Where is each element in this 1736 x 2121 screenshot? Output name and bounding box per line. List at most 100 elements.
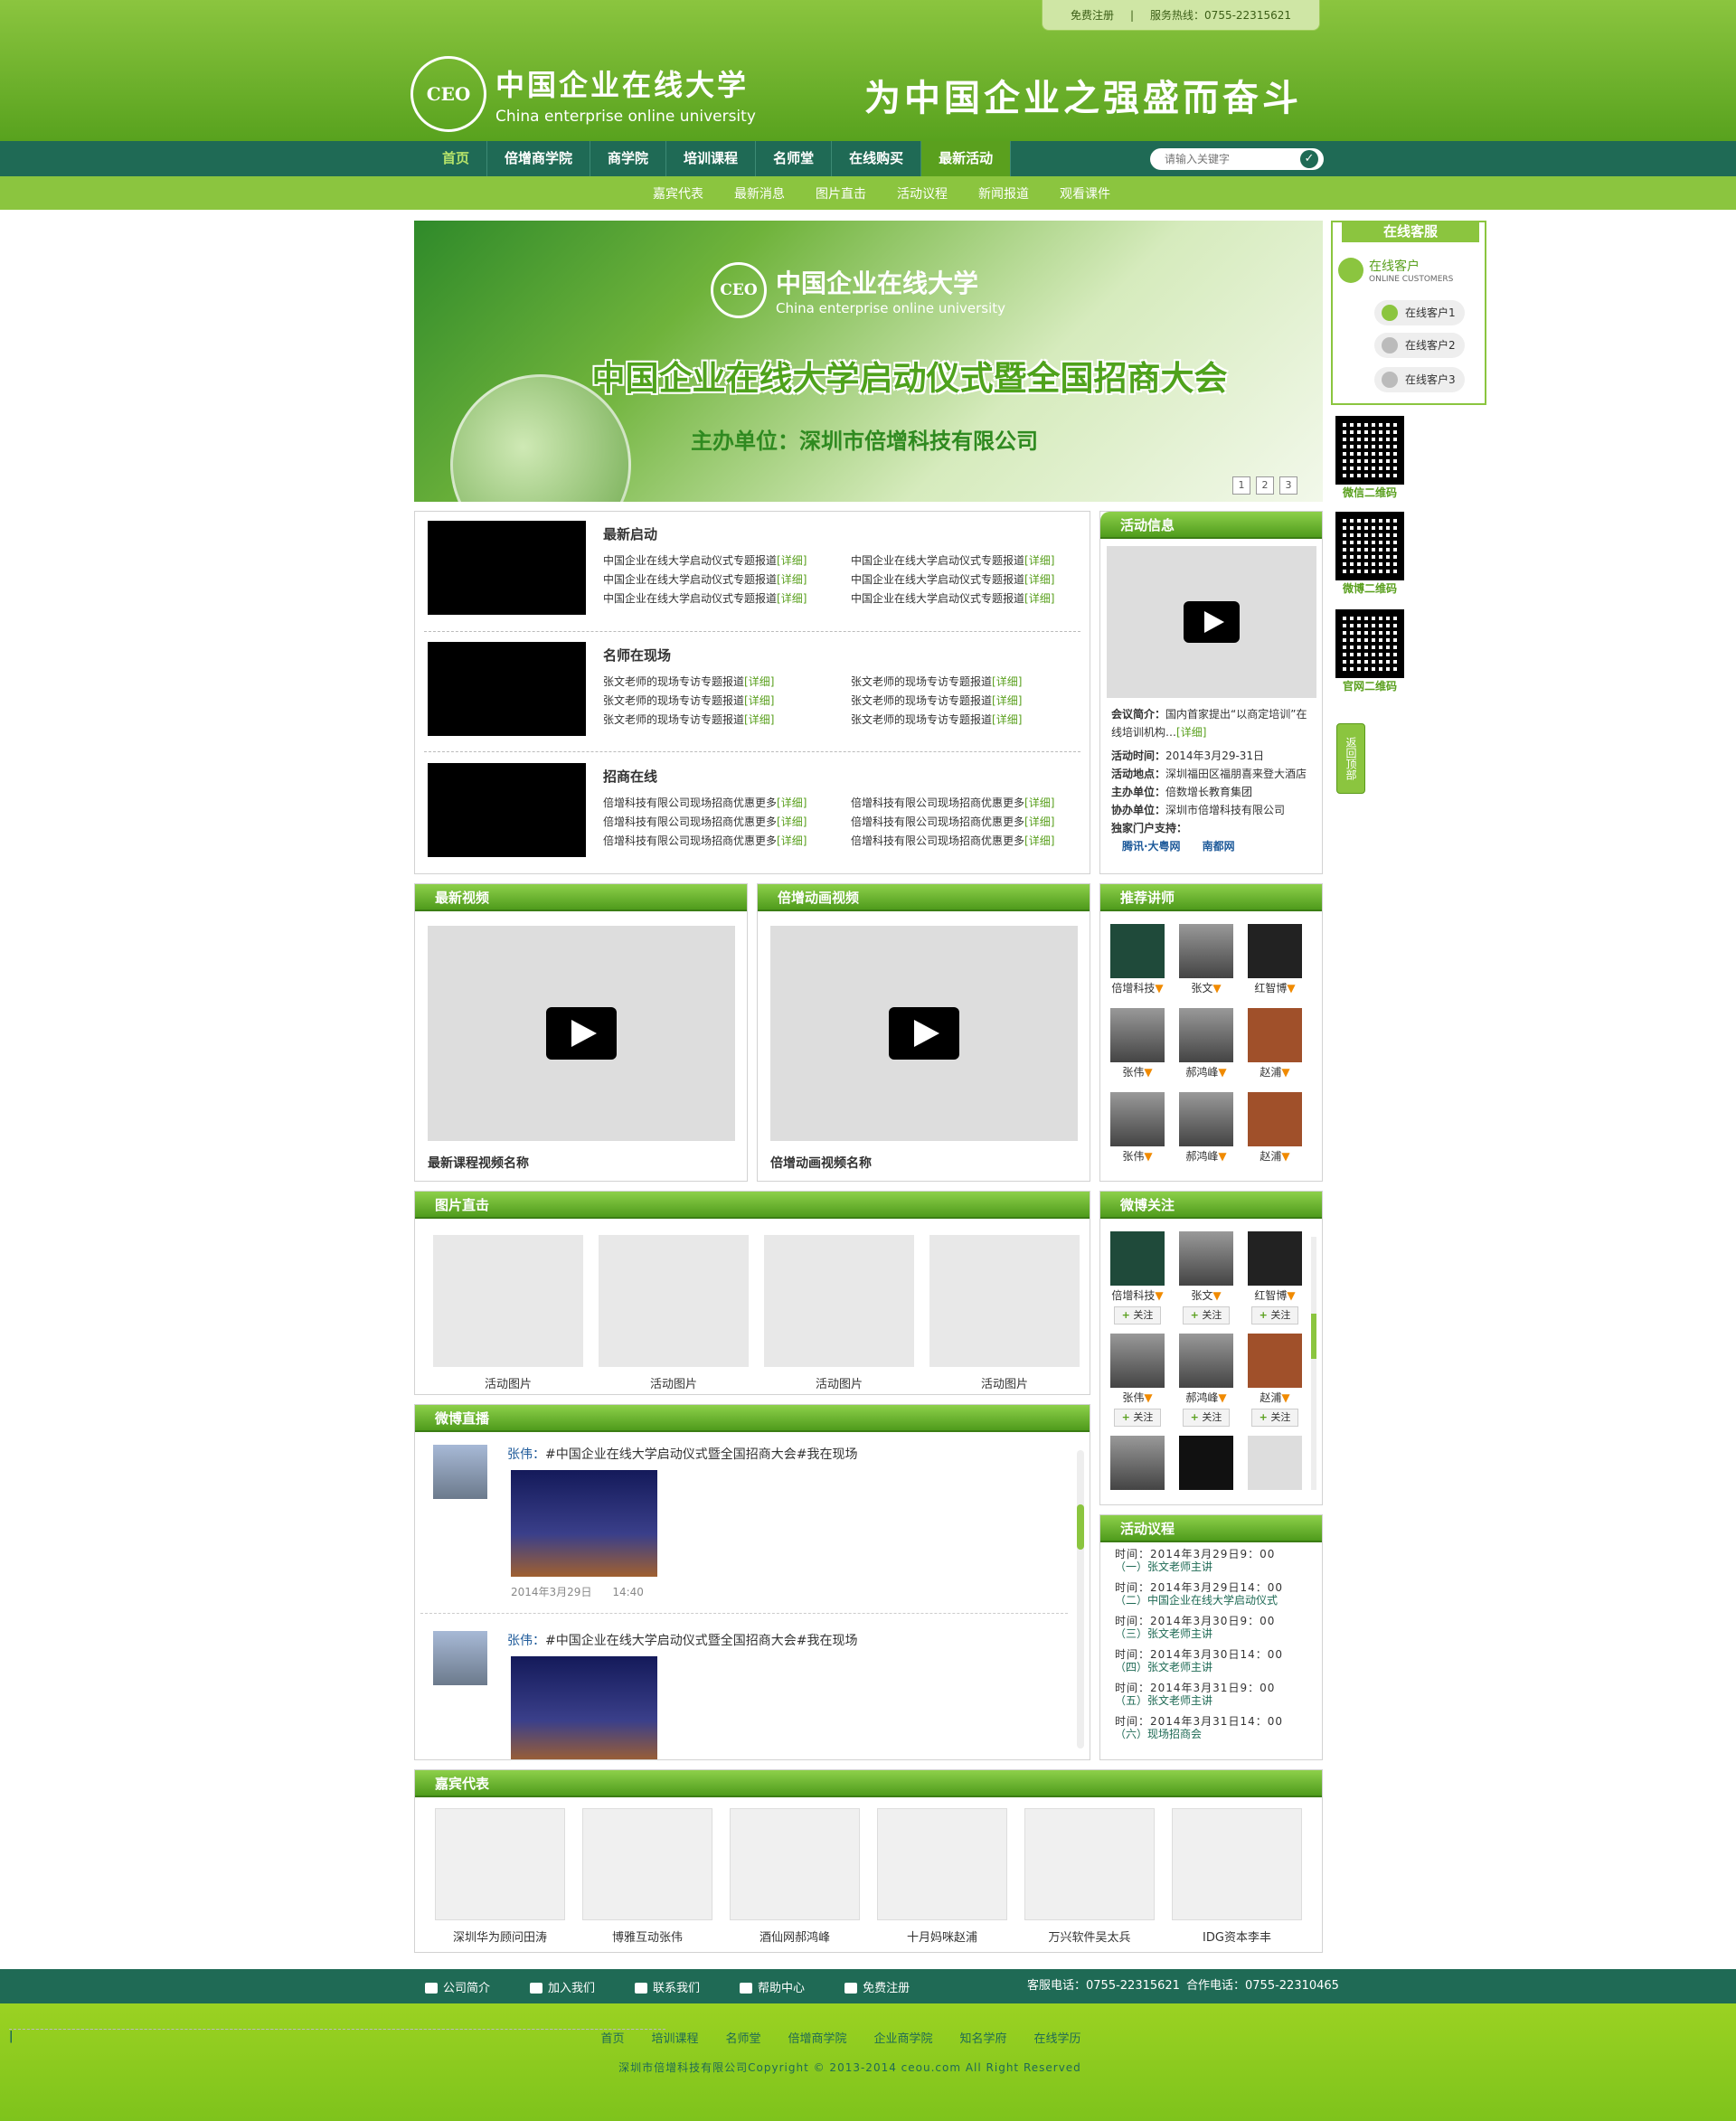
teacher-card[interactable]: 赵浦▼ bbox=[1247, 1008, 1303, 1079]
video-player[interactable] bbox=[427, 926, 735, 1141]
video-caption[interactable]: 倍增动画视频名称 bbox=[770, 1154, 1090, 1172]
play-icon[interactable] bbox=[888, 1007, 959, 1060]
banner[interactable]: CEO 中国企业在线大学 China enterprise online univ… bbox=[414, 221, 1323, 502]
portal-logo-nandu[interactable]: 南都网 bbox=[1203, 837, 1235, 855]
guest-card[interactable]: 万兴软件吴太兵 bbox=[1024, 1808, 1155, 1945]
nav-teachers[interactable]: 名师堂 bbox=[756, 141, 833, 176]
footer-contact-link[interactable]: 联系我们 bbox=[635, 1978, 700, 1995]
post-user[interactable]: 张伟： bbox=[507, 1634, 545, 1648]
scrollbar[interactable] bbox=[1311, 1237, 1316, 1490]
teacher-card[interactable]: 张文▼ bbox=[1178, 924, 1234, 995]
agenda-session[interactable]: （三）张文老师主讲 bbox=[1115, 1627, 1307, 1640]
post-image[interactable] bbox=[511, 1656, 657, 1759]
agenda-session[interactable]: （二）中国企业在线大学启动仪式 bbox=[1115, 1594, 1307, 1607]
news-link[interactable]: 张文老师的现场专访专题报道[详细] bbox=[851, 673, 1095, 692]
news-link[interactable]: 中国企业在线大学启动仪式专题报道[详细] bbox=[603, 589, 847, 608]
teacher-card[interactable]: 张伟▼ bbox=[1109, 1008, 1165, 1079]
back-to-top-button[interactable]: 返回顶部 bbox=[1336, 723, 1365, 794]
subnav-photos[interactable]: 图片直击 bbox=[816, 184, 866, 203]
teacher-card[interactable]: 郝鸿峰▼ bbox=[1178, 1092, 1234, 1164]
news-link[interactable]: 中国企业在线大学启动仪式专题报道[详细] bbox=[603, 570, 847, 589]
guest-card[interactable]: 酒仙网郝鸿峰 bbox=[730, 1808, 860, 1945]
portal-logo-qq[interactable]: 腾讯·大粤网 bbox=[1122, 837, 1181, 855]
search-submit-icon[interactable]: ✓ bbox=[1300, 150, 1318, 168]
footer-join-link[interactable]: 加入我们 bbox=[530, 1978, 595, 1995]
nav-beizeng-school[interactable]: 倍增商学院 bbox=[487, 141, 591, 176]
news-link[interactable]: 张文老师的现场专访专题报道[详细] bbox=[851, 711, 1095, 730]
agenda-session[interactable]: （四）张文老师主讲 bbox=[1115, 1661, 1307, 1673]
teacher-card[interactable]: 红智博▼ bbox=[1247, 924, 1303, 995]
site-logo[interactable]: CEO 中国企业在线大学 China enterprise online uni… bbox=[410, 56, 756, 132]
play-icon[interactable] bbox=[545, 1007, 617, 1060]
subnav-guests[interactable]: 嘉宾代表 bbox=[653, 184, 703, 203]
news-link[interactable]: 中国企业在线大学启动仪式专题报道[详细] bbox=[851, 551, 1095, 570]
footer-register-link[interactable]: 免费注册 bbox=[844, 1978, 910, 1995]
banner-page-1[interactable]: 1 bbox=[1232, 476, 1250, 495]
news-link[interactable]: 中国企业在线大学启动仪式专题报道[详细] bbox=[851, 570, 1095, 589]
news-link[interactable]: 张文老师的现场专访专题报道[详细] bbox=[603, 692, 847, 711]
subnav-news[interactable]: 最新消息 bbox=[734, 184, 785, 203]
follow-button[interactable]: + 关注 bbox=[1251, 1409, 1298, 1427]
video-player[interactable] bbox=[769, 926, 1078, 1141]
teacher-card[interactable]: 赵浦▼ bbox=[1247, 1092, 1303, 1164]
news-thumb[interactable] bbox=[428, 521, 586, 615]
follow-button[interactable]: + 关注 bbox=[1114, 1409, 1161, 1427]
intro-more-link[interactable]: [详细] bbox=[1176, 726, 1206, 739]
subnav-courseware[interactable]: 观看课件 bbox=[1060, 184, 1110, 203]
news-link[interactable]: 中国企业在线大学启动仪式专题报道[详细] bbox=[603, 551, 847, 570]
follow-button[interactable]: + 关注 bbox=[1183, 1306, 1230, 1324]
guest-card[interactable]: 十月妈咪赵浦 bbox=[877, 1808, 1007, 1945]
follow-button[interactable]: + 关注 bbox=[1251, 1306, 1298, 1324]
footer-nav-item[interactable]: 知名学府 bbox=[960, 2029, 1007, 2046]
guest-card[interactable]: IDG资本李丰 bbox=[1172, 1808, 1302, 1945]
photo-item[interactable]: 活动图片 bbox=[929, 1235, 1080, 1391]
guest-card[interactable]: 深圳华为顾问田涛 bbox=[435, 1808, 565, 1945]
register-link[interactable]: 免费注册 bbox=[1071, 7, 1114, 23]
follow-button[interactable]: + 关注 bbox=[1114, 1306, 1161, 1324]
nav-latest-events[interactable]: 最新活动 bbox=[921, 141, 1012, 176]
news-link[interactable]: 倍增科技有限公司现场招商优惠更多[详细] bbox=[603, 794, 847, 813]
news-link[interactable]: 倍增科技有限公司现场招商优惠更多[详细] bbox=[851, 794, 1095, 813]
post-image[interactable] bbox=[511, 1470, 657, 1577]
guest-card[interactable]: 博雅互动张伟 bbox=[582, 1808, 712, 1945]
news-thumb[interactable] bbox=[428, 642, 586, 736]
footer-nav-item[interactable]: 在线学历 bbox=[1034, 2029, 1081, 2046]
banner-page-3[interactable]: 3 bbox=[1279, 476, 1297, 495]
news-link[interactable]: 倍增科技有限公司现场招商优惠更多[详细] bbox=[603, 832, 847, 851]
teacher-card[interactable]: 倍增科技▼ bbox=[1109, 924, 1165, 995]
nav-business-school[interactable]: 商学院 bbox=[590, 141, 667, 176]
photo-item[interactable]: 活动图片 bbox=[599, 1235, 749, 1391]
service-contact-2[interactable]: 在线客户2 bbox=[1374, 333, 1465, 358]
avatar[interactable] bbox=[433, 1445, 487, 1499]
follow-button[interactable]: + 关注 bbox=[1183, 1409, 1230, 1427]
news-link[interactable]: 张文老师的现场专访专题报道[详细] bbox=[851, 692, 1095, 711]
service-contact-1[interactable]: 在线客户1 bbox=[1374, 300, 1465, 325]
nav-training[interactable]: 培训课程 bbox=[666, 141, 757, 176]
teacher-card[interactable]: 张伟▼ bbox=[1109, 1092, 1165, 1164]
post-user[interactable]: 张伟： bbox=[507, 1447, 545, 1462]
video-caption[interactable]: 最新课程视频名称 bbox=[428, 1154, 747, 1172]
footer-nav-item[interactable]: 企业商学院 bbox=[874, 2029, 933, 2046]
footer-nav-item[interactable]: 倍增商学院 bbox=[788, 2029, 846, 2046]
footer-nav-item[interactable]: 名师堂 bbox=[725, 2029, 760, 2046]
news-link[interactable]: 张文老师的现场专访专题报道[详细] bbox=[603, 673, 847, 692]
nav-home[interactable]: 首页 bbox=[425, 141, 488, 176]
event-video[interactable] bbox=[1106, 546, 1316, 698]
footer-help-link[interactable]: 帮助中心 bbox=[740, 1978, 805, 1995]
news-link[interactable]: 倍增科技有限公司现场招商优惠更多[详细] bbox=[603, 813, 847, 832]
news-link[interactable]: 中国企业在线大学启动仪式专题报道[详细] bbox=[851, 589, 1095, 608]
agenda-session[interactable]: （六）现场招商会 bbox=[1115, 1728, 1307, 1740]
subnav-reports[interactable]: 新闻报道 bbox=[978, 184, 1029, 203]
scrollbar[interactable] bbox=[1077, 1450, 1084, 1749]
footer-about-link[interactable]: 公司简介 bbox=[425, 1978, 490, 1995]
news-thumb[interactable] bbox=[428, 763, 586, 857]
subnav-agenda[interactable]: 活动议程 bbox=[897, 184, 948, 203]
news-link[interactable]: 倍增科技有限公司现场招商优惠更多[详细] bbox=[851, 813, 1095, 832]
news-link[interactable]: 倍增科技有限公司现场招商优惠更多[详细] bbox=[851, 832, 1095, 851]
photo-item[interactable]: 活动图片 bbox=[764, 1235, 914, 1391]
banner-page-2[interactable]: 2 bbox=[1256, 476, 1274, 495]
news-link[interactable]: 张文老师的现场专访专题报道[详细] bbox=[603, 711, 847, 730]
teacher-card[interactable]: 郝鸿峰▼ bbox=[1178, 1008, 1234, 1079]
play-icon[interactable] bbox=[1183, 601, 1240, 643]
nav-buy-online[interactable]: 在线购买 bbox=[832, 141, 922, 176]
